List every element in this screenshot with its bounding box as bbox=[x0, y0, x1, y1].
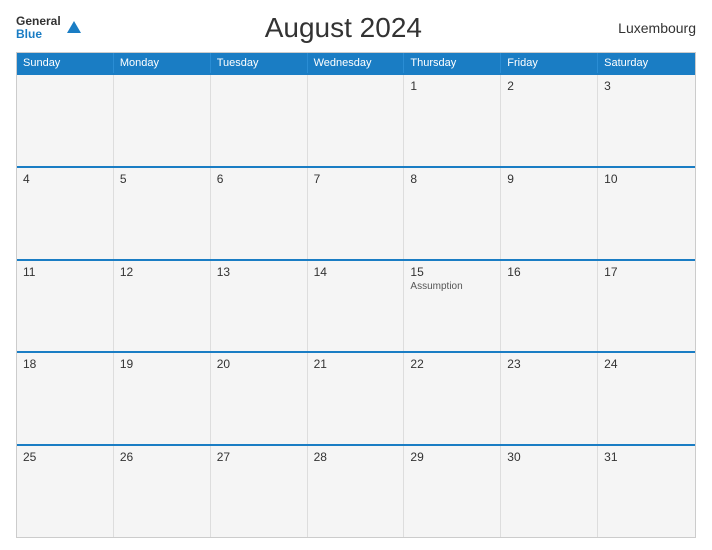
day-cell-30: 30 bbox=[501, 446, 598, 537]
week-row-3: 11 12 13 14 15 Assumption 16 bbox=[17, 259, 695, 352]
day-cell-23: 23 bbox=[501, 353, 598, 444]
day-cell-22: 22 bbox=[404, 353, 501, 444]
header-thursday: Thursday bbox=[404, 53, 501, 73]
day-cell-1: 1 bbox=[404, 75, 501, 166]
header-sunday: Sunday bbox=[17, 53, 114, 73]
weeks-container: 1 2 3 4 5 6 bbox=[17, 73, 695, 537]
header-wednesday: Wednesday bbox=[308, 53, 405, 73]
day-cell-10: 10 bbox=[598, 168, 695, 259]
day-cell-20: 20 bbox=[211, 353, 308, 444]
day-cell-16: 16 bbox=[501, 261, 598, 352]
day-cell-9: 9 bbox=[501, 168, 598, 259]
logo-text: General Blue bbox=[16, 15, 61, 41]
day-cell-26: 26 bbox=[114, 446, 211, 537]
day-cell-14: 14 bbox=[308, 261, 405, 352]
day-cell-5: 5 bbox=[114, 168, 211, 259]
logo: General Blue bbox=[16, 15, 81, 41]
day-cell-21: 21 bbox=[308, 353, 405, 444]
day-cell-25: 25 bbox=[17, 446, 114, 537]
logo-triangle-icon bbox=[67, 21, 81, 33]
day-cell-empty bbox=[211, 75, 308, 166]
day-cell-7: 7 bbox=[308, 168, 405, 259]
day-cell-31: 31 bbox=[598, 446, 695, 537]
week-row-4: 18 19 20 21 22 23 24 bbox=[17, 351, 695, 444]
day-cell-13: 13 bbox=[211, 261, 308, 352]
header-monday: Monday bbox=[114, 53, 211, 73]
day-cell-17: 17 bbox=[598, 261, 695, 352]
day-cell-11: 11 bbox=[17, 261, 114, 352]
day-cell-12: 12 bbox=[114, 261, 211, 352]
day-cell-29: 29 bbox=[404, 446, 501, 537]
header-tuesday: Tuesday bbox=[211, 53, 308, 73]
header-saturday: Saturday bbox=[598, 53, 695, 73]
day-cell-24: 24 bbox=[598, 353, 695, 444]
day-cell-3: 3 bbox=[598, 75, 695, 166]
day-cell-28: 28 bbox=[308, 446, 405, 537]
day-cell-empty bbox=[17, 75, 114, 166]
day-headers-row: Sunday Monday Tuesday Wednesday Thursday… bbox=[17, 53, 695, 73]
week-row-5: 25 26 27 28 29 30 31 bbox=[17, 444, 695, 537]
day-cell-27: 27 bbox=[211, 446, 308, 537]
day-cell-2: 2 bbox=[501, 75, 598, 166]
calendar-page: General Blue August 2024 Luxembourg Sund… bbox=[0, 0, 712, 550]
day-cell-18: 18 bbox=[17, 353, 114, 444]
week-row-1: 1 2 3 bbox=[17, 73, 695, 166]
calendar-grid: Sunday Monday Tuesday Wednesday Thursday… bbox=[16, 52, 696, 538]
month-title: August 2024 bbox=[81, 12, 606, 44]
day-cell-19: 19 bbox=[114, 353, 211, 444]
logo-blue-text: Blue bbox=[16, 28, 61, 41]
day-cell-6: 6 bbox=[211, 168, 308, 259]
day-cell-8: 8 bbox=[404, 168, 501, 259]
header-friday: Friday bbox=[501, 53, 598, 73]
day-cell-empty bbox=[114, 75, 211, 166]
day-cell-4: 4 bbox=[17, 168, 114, 259]
header: General Blue August 2024 Luxembourg bbox=[16, 12, 696, 44]
day-cell-15: 15 Assumption bbox=[404, 261, 501, 352]
week-row-2: 4 5 6 7 8 9 10 bbox=[17, 166, 695, 259]
country-label: Luxembourg bbox=[606, 20, 696, 36]
day-cell-empty bbox=[308, 75, 405, 166]
